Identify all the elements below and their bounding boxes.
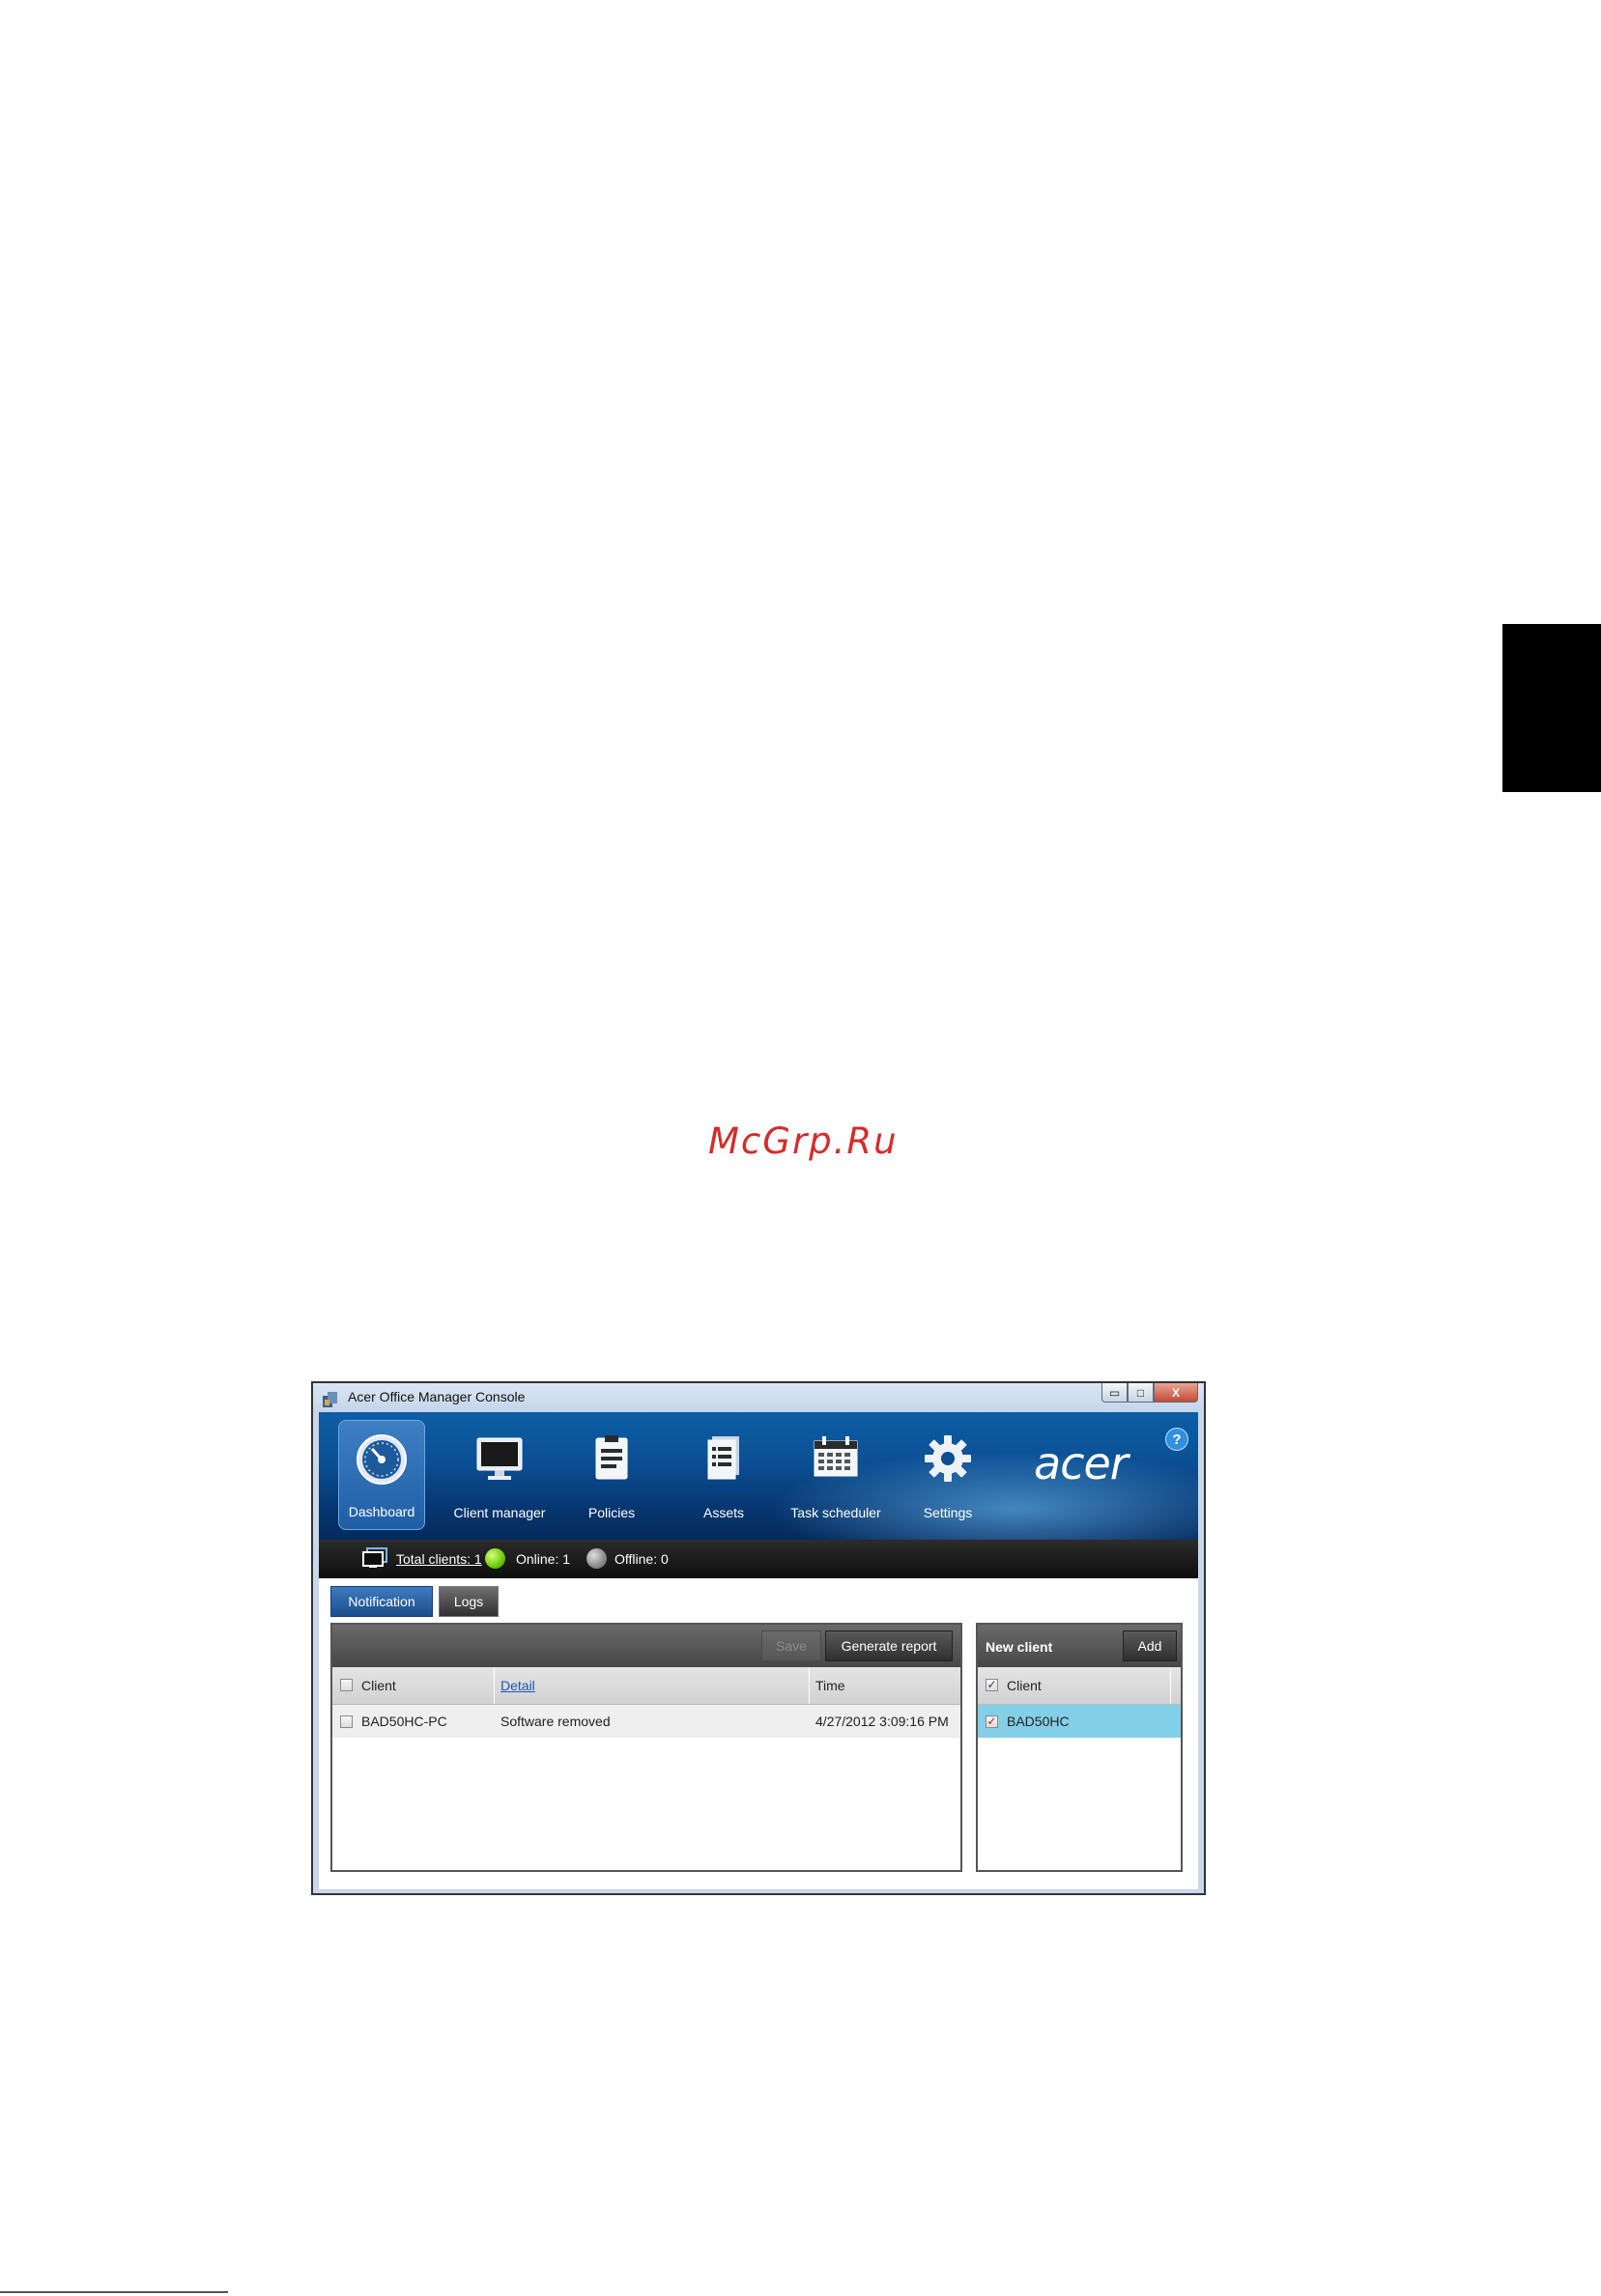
- nav-label: Policies: [587, 1505, 636, 1520]
- notification-panel: Save Generate report Client Detail Time …: [330, 1623, 962, 1872]
- minimize-button[interactable]: ▭: [1101, 1383, 1128, 1403]
- monitor-icon: [476, 1437, 523, 1480]
- nav-assets[interactable]: Assets: [671, 1420, 777, 1530]
- new-client-title: New client: [986, 1639, 1053, 1655]
- column-time: Time: [815, 1678, 845, 1693]
- nav-policies[interactable]: Policies: [558, 1420, 665, 1530]
- nav-task-scheduler[interactable]: Task scheduler: [783, 1420, 889, 1530]
- save-button[interactable]: Save: [761, 1630, 821, 1661]
- nav-label: Settings: [923, 1505, 973, 1520]
- content-area: Notification Logs Save Generate report C…: [319, 1578, 1198, 1889]
- add-button[interactable]: Add: [1123, 1630, 1177, 1661]
- total-clients-link[interactable]: Total clients: 1: [396, 1551, 482, 1567]
- footer-rule: [0, 2291, 228, 2293]
- watermark: McGrp.Ru: [708, 1120, 899, 1162]
- nav-settings[interactable]: Settings: [895, 1420, 1001, 1530]
- title-bar: Acer Office Manager Console ▭ □ X: [313, 1383, 1204, 1412]
- dashboard-gauge-icon: [357, 1434, 407, 1485]
- list-item[interactable]: ✓ BAD50HC: [978, 1705, 1181, 1738]
- nav-label: Task scheduler: [790, 1505, 881, 1520]
- column-client: Client: [978, 1667, 1171, 1704]
- nav-label: Assets: [702, 1505, 744, 1520]
- new-client-panel: New client Add ✓ Client ✓ BAD50HC: [976, 1623, 1183, 1872]
- online-count: Online: 1: [516, 1551, 571, 1567]
- calendar-icon: [814, 1436, 858, 1477]
- app-icon: [323, 1392, 337, 1407]
- row-time: 4/27/2012 3:09:16 PM: [815, 1714, 949, 1729]
- table-row[interactable]: BAD50HC-PC Software removed 4/27/2012 3:…: [332, 1705, 960, 1738]
- status-bar: Total clients: 1 Online: 1 Offline: 0: [319, 1540, 1198, 1578]
- document-list-icon: [707, 1436, 739, 1480]
- row-detail: Software removed: [500, 1714, 611, 1729]
- generate-report-button[interactable]: Generate report: [825, 1630, 953, 1661]
- tab-notification[interactable]: Notification: [330, 1586, 433, 1617]
- client-name: BAD50HC: [1007, 1714, 1070, 1729]
- window-title: Acer Office Manager Console: [348, 1389, 526, 1404]
- column-detail[interactable]: Detail: [495, 1667, 810, 1704]
- new-client-table-header: ✓ Client: [978, 1667, 1181, 1705]
- clients-monitor-icon: [362, 1547, 387, 1568]
- notification-table-header: Client Detail Time: [332, 1667, 960, 1705]
- close-button[interactable]: X: [1154, 1383, 1198, 1403]
- nav-label: Client manager: [453, 1505, 546, 1520]
- gear-icon: [925, 1435, 971, 1482]
- window-controls: ▭ □ X: [1101, 1383, 1198, 1403]
- tab-logs[interactable]: Logs: [439, 1586, 499, 1617]
- main-toolbar: Dashboard Client manager Policies Assets…: [319, 1412, 1198, 1540]
- app-window: Acer Office Manager Console ▭ □ X Dashbo…: [311, 1381, 1206, 1895]
- nav-label: Dashboard: [348, 1504, 415, 1519]
- acer-logo: acer: [1034, 1437, 1129, 1489]
- page-side-tab: [1502, 624, 1601, 792]
- offline-count: Offline: 0: [615, 1551, 669, 1567]
- new-client-toolbar: New client Add: [978, 1625, 1181, 1667]
- clipboard-icon: [595, 1435, 628, 1480]
- column-client: Client: [332, 1667, 495, 1704]
- nav-client-manager[interactable]: Client manager: [446, 1420, 553, 1530]
- nav-dashboard[interactable]: Dashboard: [338, 1420, 425, 1530]
- main-nav: Dashboard Client manager Policies Assets…: [334, 1420, 1007, 1530]
- row-client: BAD50HC-PC: [361, 1714, 447, 1729]
- column-detail-link[interactable]: Detail: [500, 1678, 535, 1693]
- help-icon[interactable]: ?: [1165, 1428, 1188, 1451]
- offline-status-icon: [586, 1548, 607, 1569]
- notification-toolbar: Save Generate report: [332, 1625, 960, 1667]
- maximize-button[interactable]: □: [1128, 1383, 1154, 1403]
- online-status-icon: [485, 1548, 505, 1569]
